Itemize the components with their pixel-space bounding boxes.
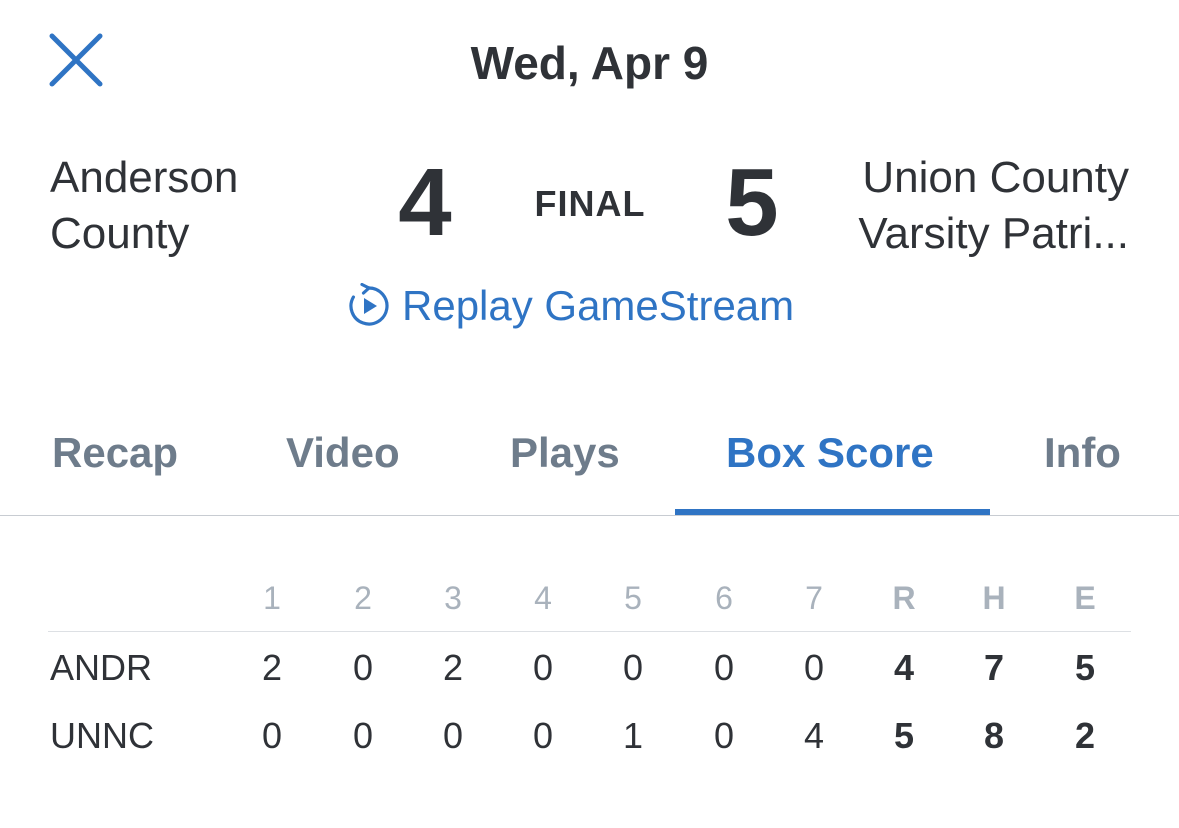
column-header: 1	[263, 580, 281, 616]
inning-cell: 0	[713, 715, 735, 756]
inning-cell: 0	[352, 715, 374, 756]
column-header-runs: R	[892, 580, 916, 616]
home-team-name-line2: Varsity Patri...	[858, 209, 1129, 258]
inning-cell: 0	[713, 647, 735, 688]
inning-cell: 0	[532, 715, 554, 756]
replay-gamestream-label: Replay GameStream	[402, 282, 795, 329]
inning-cell: 1	[622, 715, 644, 756]
replay-gamestream-link[interactable]: Replay GameStream	[346, 280, 794, 332]
inning-cell: 2	[442, 647, 464, 688]
table-row: ANDR 2 0 2 0 0 0 0 4 7 5	[48, 632, 1131, 700]
inning-cell: 0	[803, 647, 825, 688]
hits-cell: 7	[983, 647, 1005, 688]
game-date-title: Wed, Apr 9	[470, 37, 709, 89]
row-team-abbr: ANDR	[50, 647, 153, 688]
replay-icon	[349, 283, 389, 326]
game-status: FINAL	[534, 183, 646, 224]
inning-cell: 0	[532, 647, 554, 688]
column-header: 3	[444, 580, 462, 616]
inning-cell: 0	[261, 715, 283, 756]
errors-cell: 2	[1074, 715, 1096, 756]
tab-plays[interactable]: Plays	[510, 426, 620, 480]
column-header-hits: H	[982, 580, 1006, 616]
home-team-name-line1: Union County	[862, 153, 1129, 202]
inning-cell: 0	[622, 647, 644, 688]
home-team-name: Union County Varsity Patri...	[799, 150, 1129, 262]
tab-video[interactable]: Video	[286, 426, 400, 480]
away-team-score: 4	[398, 149, 452, 256]
runs-cell: 4	[893, 647, 915, 688]
column-header: 7	[805, 580, 823, 616]
game-tabs: Recap Video Plays Box Score Info	[0, 420, 1179, 516]
column-header: 6	[715, 580, 733, 616]
inning-cell: 4	[803, 715, 825, 756]
column-header: 5	[624, 580, 642, 616]
tab-recap[interactable]: Recap	[52, 426, 178, 480]
box-score-header-row: 1 2 3 4 5 6 7 R H E	[48, 570, 1131, 632]
column-header: 2	[354, 580, 372, 616]
hits-cell: 8	[983, 715, 1005, 756]
table-row: UNNC 0 0 0 0 1 0 4 5 8 2	[48, 700, 1131, 768]
away-team-name: Anderson County	[50, 153, 239, 258]
box-score-table: 1 2 3 4 5 6 7 R H E ANDR 2 0 2 0 0 0 0 4…	[48, 570, 1131, 768]
column-header-errors: E	[1074, 580, 1096, 616]
runs-cell: 5	[893, 715, 915, 756]
active-tab-indicator	[675, 509, 990, 515]
inning-cell: 2	[261, 647, 283, 688]
inning-cell: 0	[352, 647, 374, 688]
row-team-abbr: UNNC	[50, 715, 154, 756]
tab-box-score[interactable]: Box Score	[726, 426, 934, 480]
home-team-score: 5	[725, 149, 779, 256]
inning-cell: 0	[442, 715, 464, 756]
errors-cell: 5	[1074, 647, 1096, 688]
tab-info[interactable]: Info	[1044, 426, 1121, 480]
column-header: 4	[534, 580, 552, 616]
